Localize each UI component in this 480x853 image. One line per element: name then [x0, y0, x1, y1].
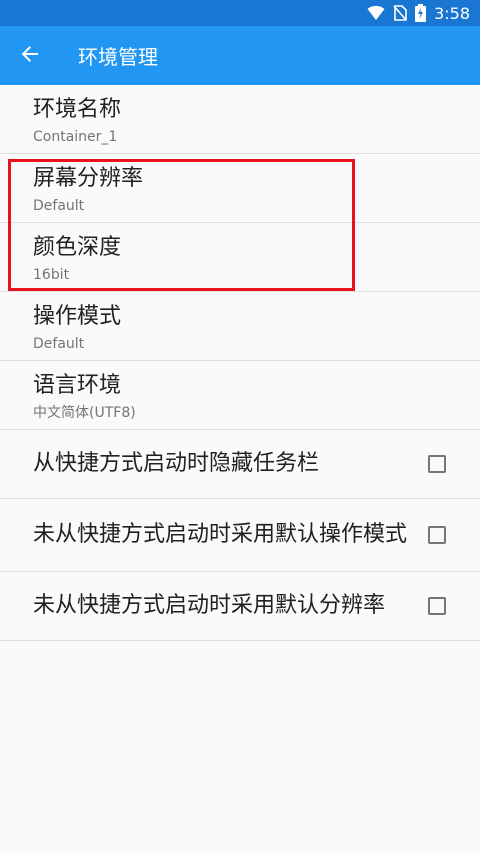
- back-button[interactable]: [2, 28, 58, 84]
- pref-title: 操作模式: [33, 304, 122, 329]
- pref-summary: 中文简体(UTF8): [33, 405, 136, 421]
- pref-summary: Default: [33, 336, 85, 352]
- pref-title: 从快捷方式启动时隐藏任务栏: [33, 451, 320, 476]
- pref-hide-taskbar[interactable]: 从快捷方式启动时隐藏任务栏: [0, 430, 480, 499]
- pref-summary: Default: [33, 198, 85, 214]
- pref-default-resolution[interactable]: 未从快捷方式启动时采用默认分辨率: [0, 572, 480, 641]
- pref-environment-name[interactable]: 环境名称 Container_1: [0, 85, 480, 154]
- page-title: 环境管理: [78, 45, 158, 69]
- pref-default-operation-mode[interactable]: 未从快捷方式启动时采用默认操作模式: [0, 499, 480, 572]
- pref-summary: 16bit: [33, 267, 70, 283]
- status-time: 3:58: [434, 3, 470, 23]
- checkbox[interactable]: [428, 526, 446, 544]
- wifi-icon: [367, 5, 385, 21]
- status-bar: 3:58: [0, 0, 480, 26]
- no-sim-icon: [393, 5, 407, 21]
- arrow-back-icon: [20, 44, 40, 68]
- battery-charging-icon: [415, 4, 427, 22]
- pref-operation-mode[interactable]: 操作模式 Default: [0, 292, 480, 361]
- pref-summary: Container_1: [33, 129, 118, 145]
- app-bar: 环境管理: [0, 26, 480, 85]
- pref-color-depth[interactable]: 颜色深度 16bit: [0, 223, 480, 292]
- pref-title: 语言环境: [33, 373, 122, 398]
- pref-screen-resolution[interactable]: 屏幕分辨率 Default: [0, 154, 480, 223]
- settings-list: 环境名称 Container_1 屏幕分辨率 Default 颜色深度 16bi…: [0, 85, 480, 641]
- pref-locale[interactable]: 语言环境 中文简体(UTF8): [0, 361, 480, 430]
- pref-title: 屏幕分辨率: [33, 166, 144, 191]
- pref-title: 未从快捷方式启动时采用默认分辨率: [33, 593, 386, 618]
- checkbox[interactable]: [428, 455, 446, 473]
- pref-title: 环境名称: [33, 97, 122, 122]
- pref-title: 颜色深度: [33, 235, 122, 260]
- pref-title: 未从快捷方式启动时采用默认操作模式: [33, 522, 408, 547]
- checkbox[interactable]: [428, 597, 446, 615]
